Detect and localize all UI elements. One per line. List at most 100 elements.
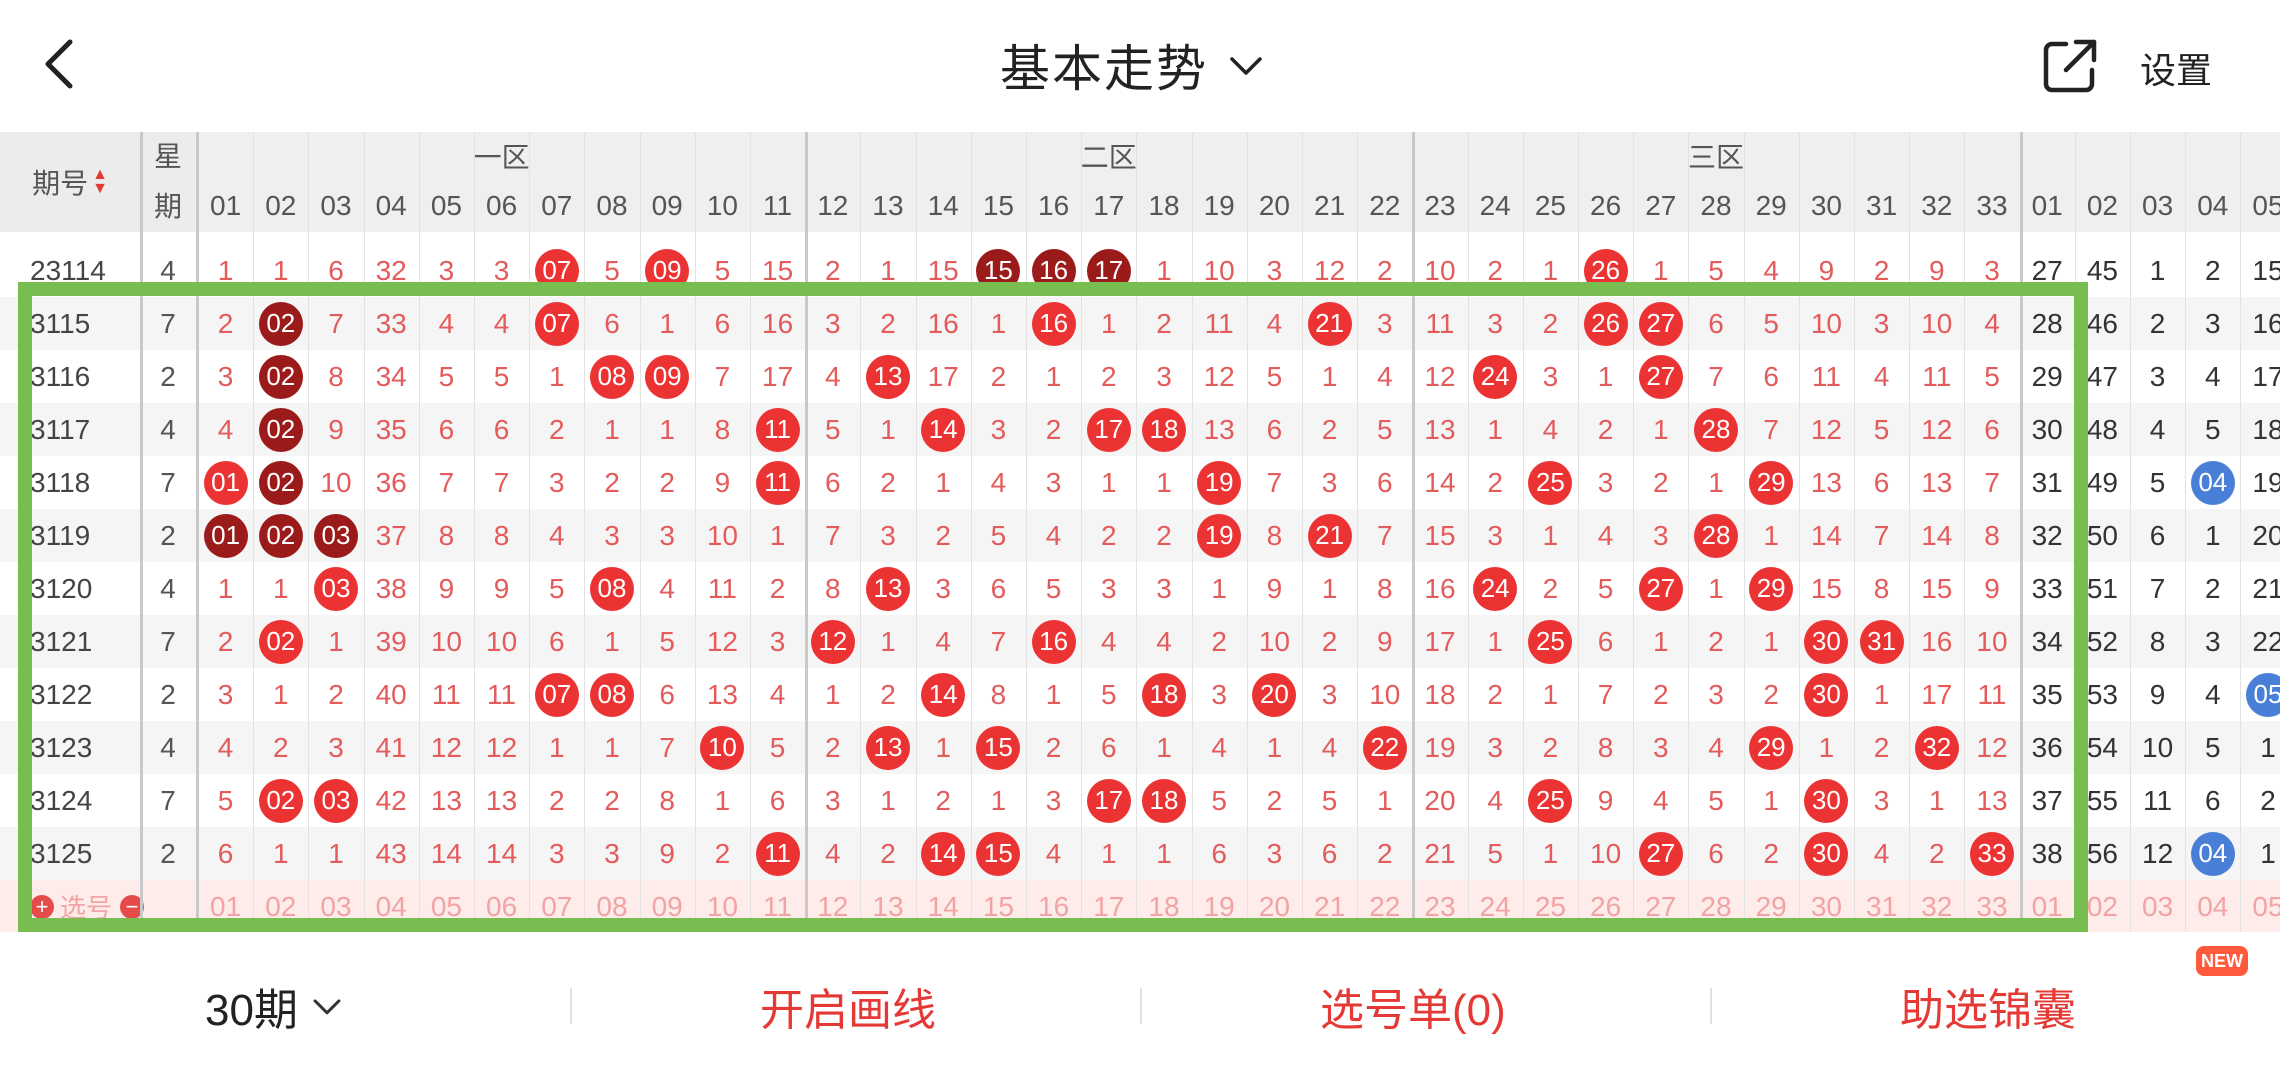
red-number-cell[interactable]: 5 [640, 615, 695, 668]
red-number-cell[interactable]: 2 [1357, 244, 1412, 297]
red-number-cell[interactable]: 4 [1192, 721, 1247, 774]
draw-lines-button[interactable]: 开启画线 [760, 974, 936, 1038]
blue-number-cell[interactable]: 30 [2020, 403, 2075, 456]
red-number-cell[interactable]: 10 [1357, 668, 1412, 721]
select-red-number[interactable]: 26 [1578, 880, 1633, 932]
blue-number-cell[interactable]: 2 [2185, 244, 2240, 297]
red-number-cell[interactable]: 11 [1964, 668, 2019, 721]
red-number-cell[interactable]: 5 [750, 721, 805, 774]
red-number-cell[interactable]: 1 [1026, 668, 1081, 721]
red-number-cell[interactable]: 1 [1081, 827, 1136, 880]
red-number-cell[interactable]: 7 [1854, 509, 1909, 562]
red-number-cell[interactable]: 3 [1578, 456, 1633, 509]
red-number-cell[interactable]: 1 [1799, 721, 1854, 774]
red-number-cell[interactable]: 30 [1799, 774, 1854, 827]
red-number-cell[interactable]: 4 [1081, 615, 1136, 668]
red-number-cell[interactable]: 6 [529, 615, 584, 668]
red-number-cell[interactable]: 1 [805, 668, 860, 721]
red-number-cell[interactable]: 3 [916, 562, 971, 615]
red-number-cell[interactable]: 18 [1136, 774, 1191, 827]
red-number-cell[interactable]: 8 [971, 668, 1026, 721]
red-number-cell[interactable]: 4 [916, 615, 971, 668]
red-number-cell[interactable]: 4 [971, 456, 1026, 509]
red-number-cell[interactable]: 1 [1081, 297, 1136, 350]
red-number-cell[interactable]: 5 [1688, 774, 1743, 827]
red-number-cell[interactable]: 2 [860, 456, 915, 509]
red-number-cell[interactable]: 2 [1854, 244, 1909, 297]
blue-number-cell[interactable]: 21 [2240, 562, 2280, 615]
red-number-cell[interactable]: 13 [860, 721, 915, 774]
blue-number-cell[interactable]: 35 [2020, 668, 2075, 721]
red-number-cell[interactable]: 37 [364, 509, 419, 562]
blue-number-cell[interactable]: 47 [2075, 350, 2130, 403]
blue-number-cell[interactable]: 4 [2185, 668, 2240, 721]
red-number-cell[interactable]: 2 [916, 509, 971, 562]
red-number-cell[interactable]: 5 [1302, 774, 1357, 827]
red-number-cell[interactable]: 02 [253, 509, 308, 562]
red-number-cell[interactable]: 11 [419, 668, 474, 721]
red-number-cell[interactable]: 6 [750, 774, 805, 827]
select-red-number[interactable]: 24 [1468, 880, 1523, 932]
blue-number-cell[interactable]: 9 [2130, 668, 2185, 721]
red-number-cell[interactable]: 2 [1302, 403, 1357, 456]
red-number-cell[interactable]: 42 [364, 774, 419, 827]
select-red-number[interactable]: 27 [1633, 880, 1688, 932]
red-number-cell[interactable]: 21 [1302, 297, 1357, 350]
red-number-cell[interactable]: 1 [1633, 244, 1688, 297]
red-number-cell[interactable]: 13 [419, 774, 474, 827]
select-red-number[interactable]: 05 [419, 880, 474, 932]
select-blue-number[interactable]: 01 [2020, 880, 2075, 932]
red-number-cell[interactable]: 5 [1468, 827, 1523, 880]
red-number-cell[interactable]: 2 [1523, 562, 1578, 615]
red-number-cell[interactable]: 2 [750, 562, 805, 615]
red-number-cell[interactable]: 6 [805, 456, 860, 509]
red-number-cell[interactable]: 5 [1688, 244, 1743, 297]
blue-number-cell[interactable]: 34 [2020, 615, 2075, 668]
red-number-cell[interactable]: 16 [1026, 244, 1081, 297]
red-number-cell[interactable]: 29 [1744, 562, 1799, 615]
red-number-cell[interactable]: 4 [1026, 827, 1081, 880]
red-number-cell[interactable]: 10 [1412, 244, 1467, 297]
red-number-cell[interactable]: 3 [1081, 562, 1136, 615]
red-number-cell[interactable]: 5 [1081, 668, 1136, 721]
blue-number-cell[interactable]: 4 [2130, 403, 2185, 456]
red-number-cell[interactable]: 8 [474, 509, 529, 562]
red-number-cell[interactable]: 2 [1081, 350, 1136, 403]
red-number-cell[interactable]: 4 [1854, 350, 1909, 403]
red-number-cell[interactable]: 38 [364, 562, 419, 615]
red-number-cell[interactable]: 3 [1854, 774, 1909, 827]
red-number-cell[interactable]: 4 [1854, 827, 1909, 880]
red-number-cell[interactable]: 7 [805, 509, 860, 562]
red-number-cell[interactable]: 10 [1192, 244, 1247, 297]
red-number-cell[interactable]: 2 [1468, 244, 1523, 297]
red-number-cell[interactable]: 9 [419, 562, 474, 615]
red-number-cell[interactable]: 3 [1468, 297, 1523, 350]
red-number-cell[interactable]: 3 [1247, 827, 1302, 880]
red-number-cell[interactable]: 3 [1854, 297, 1909, 350]
blue-number-cell[interactable]: 36 [2020, 721, 2075, 774]
red-number-cell[interactable]: 25 [1523, 615, 1578, 668]
red-number-cell[interactable]: 1 [971, 297, 1026, 350]
red-number-cell[interactable]: 1 [1633, 403, 1688, 456]
select-number-label[interactable]: + 选号 − [30, 880, 145, 932]
red-number-cell[interactable]: 2 [1744, 827, 1799, 880]
blue-number-cell[interactable]: 52 [2075, 615, 2130, 668]
period-count-selector[interactable]: 30期 [205, 974, 344, 1038]
red-number-cell[interactable]: 02 [253, 350, 308, 403]
red-number-cell[interactable]: 31 [1854, 615, 1909, 668]
blue-number-cell[interactable]: 31 [2020, 456, 2075, 509]
red-number-cell[interactable]: 24 [1468, 350, 1523, 403]
select-red-number[interactable]: 06 [474, 880, 529, 932]
red-number-cell[interactable]: 1 [529, 350, 584, 403]
red-number-cell[interactable]: 7 [1688, 350, 1743, 403]
red-number-cell[interactable]: 9 [308, 403, 363, 456]
red-number-cell[interactable]: 8 [1578, 721, 1633, 774]
red-number-cell[interactable]: 21 [1302, 509, 1357, 562]
red-number-cell[interactable]: 27 [1633, 827, 1688, 880]
select-blue-number[interactable]: 04 [2185, 880, 2240, 932]
red-number-cell[interactable]: 10 [419, 615, 474, 668]
red-number-cell[interactable]: 4 [1964, 297, 2019, 350]
red-number-cell[interactable]: 1 [860, 774, 915, 827]
red-number-cell[interactable]: 14 [1412, 456, 1467, 509]
red-number-cell[interactable]: 8 [640, 774, 695, 827]
